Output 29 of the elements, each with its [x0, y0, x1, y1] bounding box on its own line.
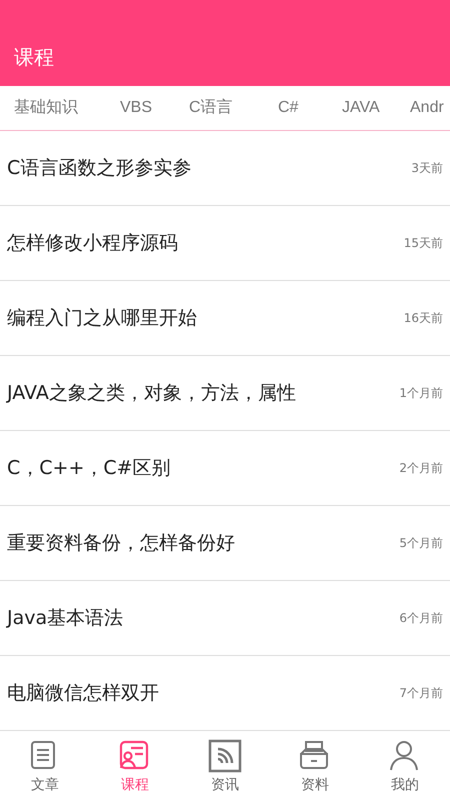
article-title[interactable]: C语言函数之形参实参 — [7, 154, 192, 182]
article-time: 16天前 — [404, 310, 443, 327]
nav-tab[interactable]: 课程 — [90, 731, 180, 800]
article-title[interactable]: C，C++，C#区别 — [7, 454, 171, 482]
article-title[interactable]: 编程入门之从哪里开始 — [7, 304, 197, 332]
article-title[interactable]: 电脑微信怎样双开 — [7, 678, 159, 708]
article-time: 7个月前 — [399, 685, 443, 702]
category-tab[interactable]: JAVA — [342, 96, 380, 120]
article-time: 5个月前 — [399, 535, 443, 552]
nav-tab[interactable]: 资讯 — [180, 731, 270, 800]
rss-icon — [208, 739, 242, 773]
category-tab[interactable]: C语言 — [189, 96, 233, 120]
category-tab[interactable]: VBS — [120, 96, 152, 120]
nav-tab[interactable]: 文章 — [0, 731, 90, 800]
article-title[interactable]: 怎样修改小程序源码 — [7, 228, 178, 258]
article-time: 1个月前 — [399, 385, 443, 402]
article-time: 3天前 — [411, 160, 443, 177]
category-tab[interactable]: Andr — [410, 96, 444, 120]
article-time: 15天前 — [404, 235, 443, 252]
nav-tab[interactable]: 我的 — [360, 731, 450, 800]
screen-title: 课程 — [14, 44, 54, 71]
article-title[interactable]: JAVA之象之类，对象，方法，属性 — [7, 378, 296, 408]
category-tab[interactable]: 基础知识 — [14, 96, 78, 120]
category-tab[interactable]: C# — [278, 96, 298, 120]
article-time: 6个月前 — [399, 610, 443, 627]
article-title[interactable]: 重要资料备份，怎样备份好 — [7, 528, 235, 558]
nav-tab[interactable]: 资料 — [270, 731, 360, 800]
article-title[interactable]: Java基本语法 — [7, 604, 124, 632]
article-time: 2个月前 — [399, 460, 443, 477]
